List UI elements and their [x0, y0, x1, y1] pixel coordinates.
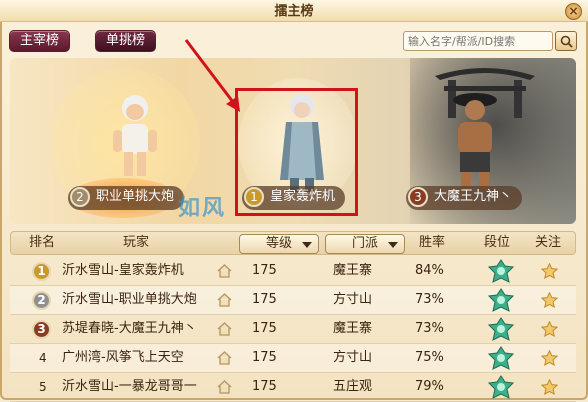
search-icon: [560, 35, 573, 48]
rank-medal-icon: 2: [70, 187, 90, 207]
star-icon[interactable]: [541, 292, 558, 308]
level-sort-label: 等级: [265, 236, 292, 251]
rank-medal-icon: 3: [408, 187, 428, 207]
rank-medal-icon: 1: [32, 262, 51, 281]
star-icon[interactable]: [541, 379, 558, 395]
character-rank-2[interactable]: [105, 90, 165, 190]
sect-value: 方寸山: [333, 350, 373, 365]
tier-emblem-icon: [488, 317, 514, 341]
search-button[interactable]: [555, 31, 577, 51]
home-icon[interactable]: [217, 322, 232, 336]
sect-value: 五庄观: [333, 379, 373, 394]
player-name[interactable]: 苏堤春晓-大魔王九神丶: [62, 315, 197, 343]
sect-sort-button[interactable]: 门派: [325, 234, 405, 254]
close-icon[interactable]: ×: [565, 3, 582, 20]
tier-emblem-icon: [488, 288, 514, 312]
rank-number: 4: [39, 351, 47, 365]
table-row[interactable]: 3 苏堤春晓-大魔王九神丶 175 魔王寨 73%: [10, 315, 576, 344]
podium-rank-2: 2 职业单挑大炮: [68, 186, 185, 210]
tab-solo-ranking[interactable]: 单挑榜: [95, 30, 157, 52]
winrate-value: 73%: [415, 321, 444, 336]
sect-sort-label: 门派: [351, 236, 378, 251]
home-icon[interactable]: [217, 293, 232, 307]
level-value: 175: [252, 350, 277, 365]
player-name[interactable]: 沂水雪山-一暴龙哥哥一: [62, 373, 197, 401]
rank-medal-icon: 2: [32, 291, 51, 310]
watermark: 如风: [178, 196, 227, 221]
table-row[interactable]: 5 沂水雪山-一暴龙哥哥一 175 五庄观 79%: [10, 373, 576, 402]
tier-emblem-icon: [488, 346, 514, 370]
tier-emblem-icon: [488, 259, 514, 283]
sect-value: 魔王寨: [333, 263, 373, 278]
title-bar: 擂主榜 ×: [0, 0, 588, 22]
sect-value: 方寸山: [333, 292, 373, 307]
level-value: 175: [252, 292, 277, 307]
table-row[interactable]: 4 广州湾-风筝飞上天空 175 方寸山 75%: [10, 344, 576, 373]
level-value: 175: [252, 379, 277, 394]
star-icon[interactable]: [541, 350, 558, 366]
tier-emblem-icon: [488, 375, 514, 399]
table-row[interactable]: 1 沂水雪山-皇家轰炸机 175 魔王寨 84%: [10, 257, 576, 286]
star-icon[interactable]: [541, 263, 558, 279]
home-icon[interactable]: [217, 264, 232, 278]
winrate-value: 84%: [415, 263, 444, 278]
arrow-annotation: [184, 39, 240, 112]
star-icon[interactable]: [541, 321, 558, 337]
header-player: 玩家: [123, 235, 150, 250]
header-follow: 关注: [535, 235, 562, 250]
player-name[interactable]: 沂水雪山-皇家轰炸机: [62, 257, 184, 285]
rank-number: 5: [39, 380, 47, 394]
player-name[interactable]: 沂水雪山-职业单挑大炮: [62, 286, 197, 314]
home-icon[interactable]: [217, 351, 232, 365]
level-sort-button[interactable]: 等级: [239, 234, 319, 254]
header-tier: 段位: [484, 235, 511, 250]
level-value: 175: [252, 321, 277, 336]
winrate-value: 75%: [415, 350, 444, 365]
ranking-table: 排名 玩家 等级 门派 胜率 段位 关注 1 沂水雪山-皇家轰炸机 175 魔王寨 8…: [10, 231, 576, 402]
table-header: 排名 玩家 等级 门派 胜率 段位 关注: [10, 231, 576, 255]
character-rank-3[interactable]: [440, 88, 510, 198]
player-name[interactable]: 广州湾-风筝飞上天空: [62, 344, 184, 372]
level-value: 175: [252, 263, 277, 278]
search-input[interactable]: [403, 31, 553, 51]
podium-rank-3: 3 大魔王九神丶: [406, 186, 523, 210]
home-icon[interactable]: [217, 380, 232, 394]
highlight-box: [235, 88, 358, 216]
chevron-down-icon: [302, 242, 312, 248]
header-rank: 排名: [29, 235, 56, 250]
podium-name: 大魔王九神丶: [434, 189, 513, 204]
sect-value: 魔王寨: [333, 321, 373, 336]
window-title: 擂主榜: [274, 4, 314, 19]
winrate-value: 73%: [415, 292, 444, 307]
tab-master-ranking[interactable]: 主宰榜: [9, 30, 71, 52]
chevron-down-icon: [388, 242, 398, 248]
podium-name: 职业单挑大炮: [96, 189, 175, 204]
header-winrate: 胜率: [419, 235, 446, 250]
table-row[interactable]: 2 沂水雪山-职业单挑大炮 175 方寸山 73%: [10, 286, 576, 315]
winrate-value: 79%: [415, 379, 444, 394]
rank-medal-icon: 3: [32, 320, 51, 339]
